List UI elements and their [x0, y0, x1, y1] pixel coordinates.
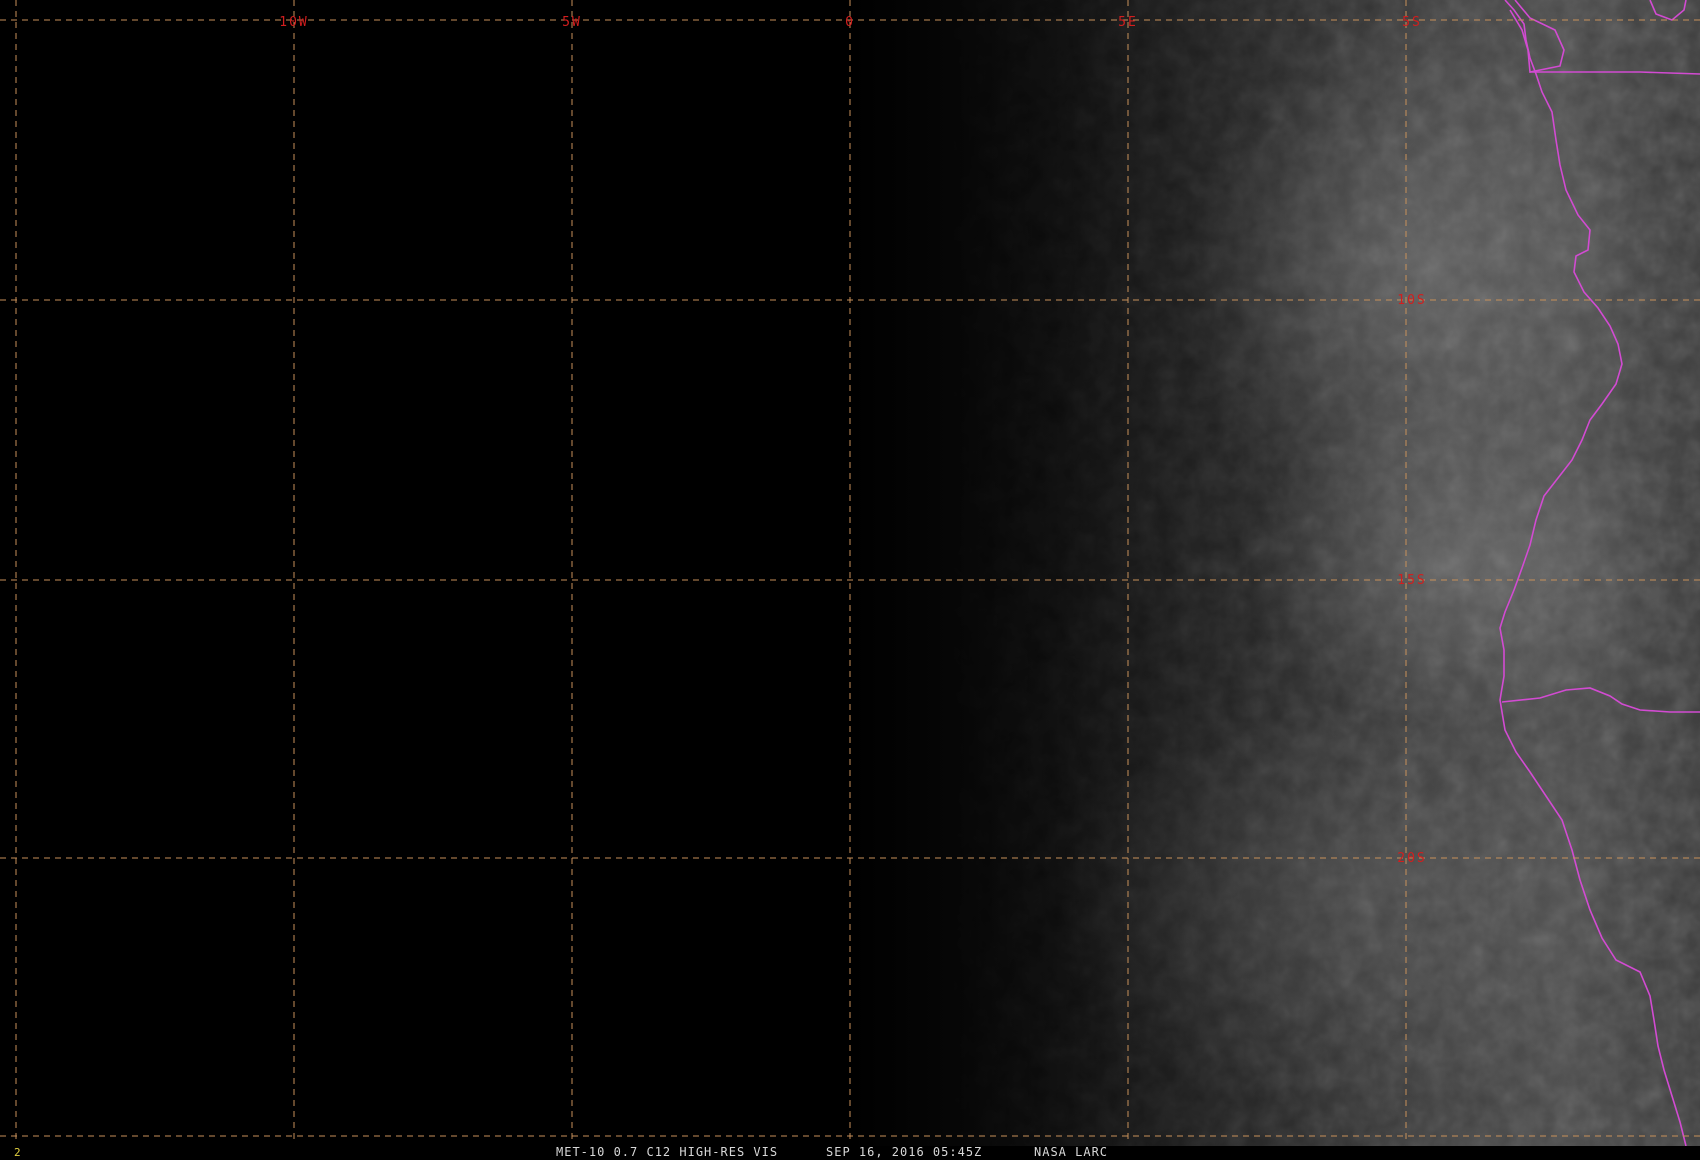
caption-product: MET-10 0.7 C12 HIGH-RES VIS — [556, 1145, 779, 1159]
latitude-label: 20S — [1397, 851, 1426, 866]
longitude-label: 5W — [562, 15, 582, 30]
latitude-label: 5S — [1402, 15, 1422, 30]
caption-datetime: SEP 16, 2016 05:45Z — [826, 1145, 983, 1159]
satellite-map: 10W 5W 0 5E 5S 10S 15S 20S — [0, 0, 1700, 1147]
longitude-label: 5E — [1118, 15, 1138, 30]
longitude-label: 0 — [845, 15, 855, 30]
latitude-label: 10S — [1397, 293, 1426, 308]
frame-number: 2 — [14, 1146, 21, 1159]
longitude-label: 10W — [279, 15, 308, 30]
caption-source: NASA LARC — [1034, 1145, 1109, 1159]
latitude-label: 15S — [1397, 573, 1426, 588]
